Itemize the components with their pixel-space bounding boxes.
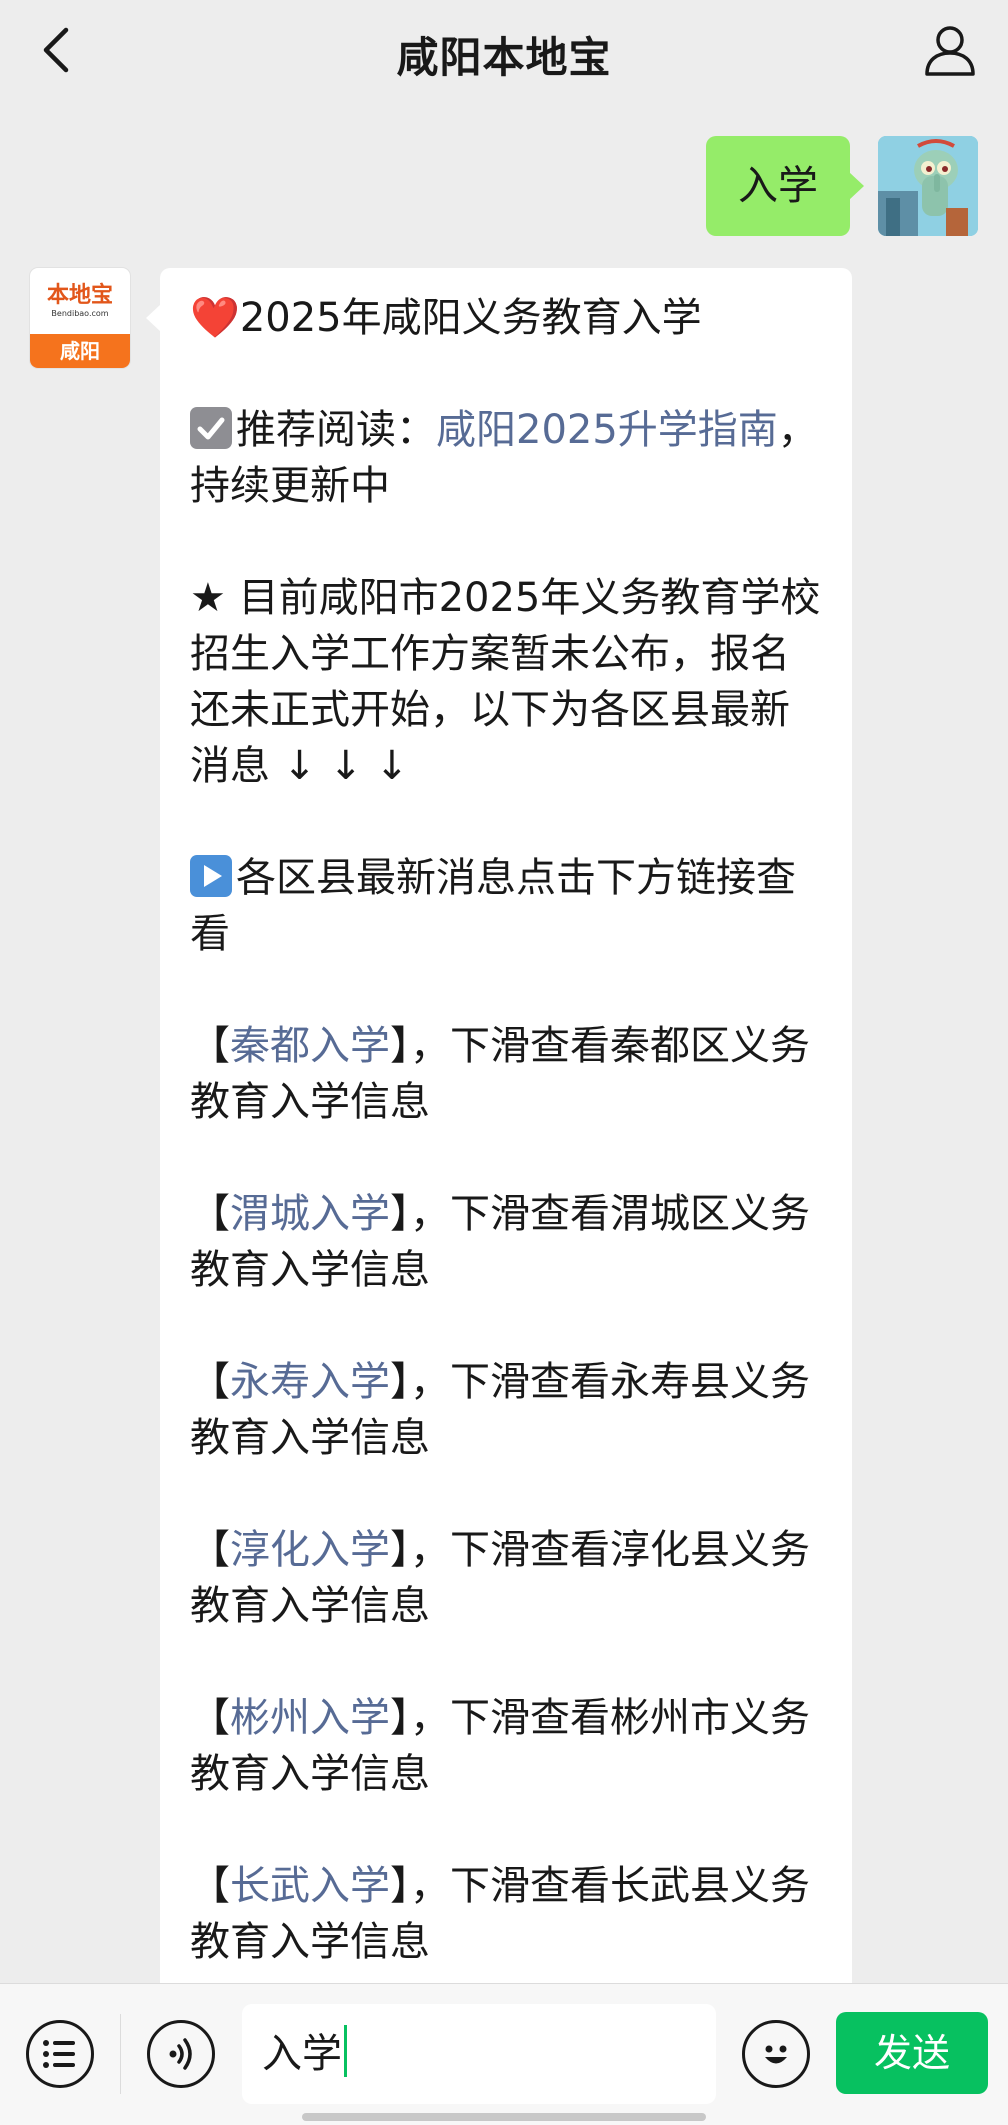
district-item-qindu: 【秦都入学】，下滑查看秦都区义务教育入学信息: [190, 1018, 824, 1130]
district-item-changwu: 【长武入学】，下滑查看长武县义务教育入学信息: [190, 1858, 824, 1970]
user-avatar[interactable]: [878, 136, 978, 236]
recommend-paragraph: 推荐阅读：咸阳2025升学指南，持续更新中: [190, 402, 824, 514]
bot-avatar-logo: 本地宝 Bendibao.com: [30, 268, 130, 334]
voice-button[interactable]: [147, 2020, 215, 2088]
list-menu-icon: [43, 2040, 75, 2068]
bracket-open: 【: [190, 1359, 230, 1405]
bracket-open: 【: [190, 1191, 230, 1237]
checkbox-icon: [190, 407, 232, 449]
message-input[interactable]: 入学: [242, 2004, 716, 2104]
bracket-open: 【: [190, 1023, 230, 1069]
bracket-open: 【: [190, 1695, 230, 1741]
district-link-changwu[interactable]: 长武入学: [230, 1863, 390, 1909]
bot-avatar-brand: 本地宝: [46, 282, 113, 307]
chevron-left-icon: [43, 27, 69, 73]
heart-icon: ❤️: [190, 295, 240, 341]
district-link-weicheng[interactable]: 渭城入学: [230, 1191, 390, 1237]
message-heading: ❤️2025年咸阳义务教育入学: [190, 290, 824, 346]
district-link-binzhou[interactable]: 彬州入学: [230, 1695, 390, 1741]
district-item-weicheng: 【渭城入学】，下滑查看渭城区义务教育入学信息: [190, 1186, 824, 1298]
avatar-image: [878, 136, 978, 236]
input-bar: 入学 发送: [0, 1983, 1008, 2125]
district-link-yongshou[interactable]: 永寿入学: [230, 1359, 390, 1405]
district-item-binzhou: 【彬州入学】，下滑查看彬州市义务教育入学信息: [190, 1690, 824, 1802]
bracket-open: 【: [190, 1527, 230, 1573]
person-icon: [925, 26, 975, 76]
menu-button[interactable]: [26, 2020, 94, 2088]
outgoing-message: 入学: [706, 136, 978, 236]
top-nav-bar: 咸阳本地宝: [0, 0, 1008, 108]
back-button[interactable]: [26, 20, 86, 80]
profile-button[interactable]: [918, 18, 982, 82]
emoji-button[interactable]: [742, 2020, 810, 2088]
district-item-chunhua: 【淳化入学】，下滑查看淳化县义务教育入学信息: [190, 1522, 824, 1634]
play-icon: [190, 855, 232, 897]
home-indicator[interactable]: [302, 2113, 706, 2121]
district-link-chunhua[interactable]: 淳化入学: [230, 1527, 390, 1573]
send-button[interactable]: 发送: [836, 2012, 988, 2094]
bot-avatar-city: 咸阳: [30, 334, 130, 368]
bot-avatar[interactable]: 本地宝 Bendibao.com 咸阳: [30, 268, 130, 368]
district-item-yongshou: 【永寿入学】，下滑查看永寿县义务教育入学信息: [190, 1354, 824, 1466]
bot-avatar-url: Bendibao.com: [51, 309, 109, 318]
heading-text: 2025年咸阳义务教育入学: [239, 295, 702, 341]
bracket-open: 【: [190, 1863, 230, 1909]
notice-paragraph: ★ 目前咸阳市2025年义务教育学校招生入学工作方案暂未公布，报名还未正式开始，…: [190, 575, 821, 789]
incoming-bubble: ❤️2025年咸阳义务教育入学 推荐阅读：咸阳2025升学指南，持续更新中 ★ …: [146, 268, 852, 1983]
outgoing-bubble[interactable]: 入学: [706, 136, 864, 236]
divider: [120, 2014, 121, 2094]
smiley-icon: [765, 2045, 787, 2064]
district-intro-text: 各区县最新消息点击下方链接查看: [190, 855, 796, 957]
chat-area[interactable]: 入学 本地宝 Bendibao.com 咸阳 ❤️2025年咸阳义务教育入学 推…: [0, 108, 1008, 1983]
message-input-value: 入学: [262, 2031, 342, 2077]
district-intro-paragraph: 各区县最新消息点击下方链接查看: [190, 850, 824, 962]
guide-link[interactable]: 咸阳2025升学指南: [436, 407, 778, 453]
recommend-prefix: 推荐阅读：: [236, 407, 436, 453]
text-caret: [344, 2025, 347, 2077]
incoming-message: 本地宝 Bendibao.com 咸阳 ❤️2025年咸阳义务教育入学 推荐阅读…: [30, 268, 852, 1983]
district-link-qindu[interactable]: 秦都入学: [230, 1023, 390, 1069]
voice-icon: [169, 2038, 192, 2070]
page-title: 咸阳本地宝: [396, 32, 612, 82]
